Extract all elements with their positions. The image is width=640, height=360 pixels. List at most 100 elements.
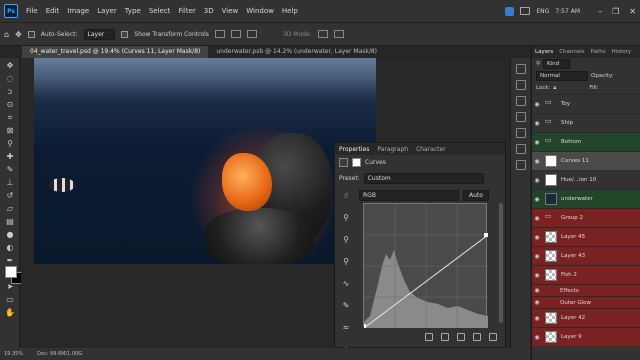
layer-row[interactable]: ◉ Layer 9	[532, 327, 640, 346]
menu-type[interactable]: Type	[121, 7, 145, 15]
color-panel-icon[interactable]	[516, 80, 526, 90]
view-previous-icon[interactable]	[441, 333, 449, 341]
visibility-eye-icon[interactable]: ◉	[532, 177, 542, 184]
menu-file[interactable]: File	[22, 7, 42, 15]
layer-row[interactable]: ◉ Fish 2	[532, 265, 640, 284]
visibility-eye-icon[interactable]: ◉	[532, 315, 542, 322]
menu-3d[interactable]: 3D	[200, 7, 218, 15]
layer-row[interactable]: ◉ ▭ Toy	[532, 94, 640, 113]
visibility-eye-icon[interactable]: ◉	[532, 234, 542, 241]
mask-icon[interactable]	[352, 158, 361, 167]
visibility-eye-icon[interactable]: ◉	[532, 299, 542, 306]
tab-character[interactable]: Character	[416, 146, 446, 153]
app-icon[interactable]	[505, 6, 515, 16]
tab-properties[interactable]: Properties	[339, 146, 369, 153]
layer-row[interactable]: ◉ Layer 42	[532, 308, 640, 327]
auto-select-dropdown[interactable]: Layer	[83, 28, 116, 40]
menu-filter[interactable]: Filter	[174, 7, 199, 15]
layer-row[interactable]: ◉ Hue/...ion 10	[532, 170, 640, 189]
align-center-icon[interactable]	[246, 30, 257, 38]
curve-points-icon[interactable]: ∿	[341, 279, 351, 289]
curve-point-white[interactable]	[484, 233, 488, 237]
stamp-icon[interactable]: ⊥	[3, 178, 17, 188]
channel-dropdown[interactable]: RGB	[359, 190, 459, 201]
properties-scrollbar[interactable]	[499, 203, 503, 323]
home-icon[interactable]: ⌂	[4, 30, 9, 39]
adjustments-panel-icon[interactable]	[516, 112, 526, 122]
curves-graph-svg[interactable]	[362, 204, 489, 329]
menu-layer[interactable]: Layer	[93, 7, 121, 15]
curves-adjust-icon[interactable]	[339, 158, 348, 167]
tab-history[interactable]: History	[612, 49, 632, 55]
smooth-icon[interactable]: ≈	[341, 323, 351, 333]
reset-icon[interactable]	[457, 333, 465, 341]
tab-paragraph[interactable]: Paragraph	[377, 146, 408, 153]
visibility-eye-icon[interactable]: ◉	[532, 120, 542, 127]
pen-icon[interactable]: ✒	[3, 256, 17, 266]
auto-button[interactable]: Auto	[463, 190, 489, 201]
distribute-icon[interactable]	[230, 30, 241, 38]
layer-row[interactable]: ◉ underwater	[532, 189, 640, 208]
zoom-level[interactable]: 19.35%	[4, 351, 23, 357]
curve-point-black[interactable]	[362, 324, 366, 328]
layer-row[interactable]: ◉ ▭ Bottom	[532, 132, 640, 151]
tab-paths[interactable]: Paths	[591, 49, 606, 55]
close-icon[interactable]: ✕	[629, 7, 636, 16]
healing-icon[interactable]: ✚	[3, 152, 17, 162]
swatches-panel-icon[interactable]	[516, 96, 526, 106]
visibility-icon[interactable]	[473, 333, 481, 341]
crop-icon[interactable]: ⌗	[3, 113, 17, 123]
gradient-icon[interactable]: ▤	[3, 217, 17, 227]
layer-row[interactable]: ◉ Layer 45	[532, 227, 640, 246]
tab-layers[interactable]: Layers	[535, 49, 553, 55]
visibility-eye-icon[interactable]: ◉	[532, 215, 542, 222]
shape-icon[interactable]: ▭	[3, 295, 17, 305]
pan-3d-icon[interactable]	[333, 30, 344, 38]
eraser-icon[interactable]: ▱	[3, 204, 17, 214]
align-icon[interactable]	[214, 30, 225, 38]
visibility-eye-icon[interactable]: ◉	[532, 196, 542, 203]
visibility-eye-icon[interactable]: ◉	[532, 101, 542, 108]
history-brush-icon[interactable]: ↺	[3, 191, 17, 201]
tab-water-travel[interactable]: 04_water_travel.psd @ 19.4% (Curves 11, …	[22, 46, 209, 58]
quick-select-icon[interactable]: ⊙	[3, 100, 17, 110]
tab-channels[interactable]: Channels	[559, 49, 584, 55]
layer-row[interactable]: ◉ ▭ Ship	[532, 113, 640, 132]
brush-icon[interactable]: ✎	[3, 165, 17, 175]
layer-row[interactable]: ◉ Curves 11	[532, 151, 640, 170]
properties-panel-icon[interactable]	[516, 128, 526, 138]
dodge-icon[interactable]: ◐	[3, 243, 17, 253]
move-tool-icon[interactable]: ✥	[15, 30, 22, 39]
menu-edit[interactable]: Edit	[42, 7, 64, 15]
layer-row[interactable]: ◉ ▭ Group 2	[532, 208, 640, 227]
visibility-eye-icon[interactable]: ◉	[532, 158, 542, 165]
transform-controls-checkbox[interactable]	[121, 30, 129, 38]
minimize-icon[interactable]: –	[598, 7, 602, 16]
lock-icon[interactable]: 🔒︎	[553, 85, 556, 92]
paragraph-panel-icon[interactable]	[516, 160, 526, 170]
layer-row[interactable]: ◉ Outer Glow	[532, 296, 640, 308]
blur-icon[interactable]: ●	[3, 230, 17, 240]
delete-icon[interactable]	[489, 333, 497, 341]
maximize-icon[interactable]: ❐	[612, 7, 619, 16]
visibility-eye-icon[interactable]: ◉	[532, 287, 542, 294]
menu-select[interactable]: Select	[145, 7, 175, 15]
character-panel-icon[interactable]	[516, 144, 526, 154]
visibility-eye-icon[interactable]: ◉	[532, 334, 542, 341]
menu-image[interactable]: Image	[63, 7, 93, 15]
history-panel-icon[interactable]	[516, 64, 526, 74]
auto-select-checkbox[interactable]	[27, 30, 35, 38]
visibility-eye-icon[interactable]: ◉	[532, 139, 542, 146]
pencil-curve-icon[interactable]: ✎	[341, 301, 351, 311]
language-indicator[interactable]: ENG	[536, 8, 549, 15]
move-icon[interactable]: ✥	[3, 61, 17, 71]
orbit-3d-icon[interactable]	[317, 30, 328, 38]
gray-point-eyedropper-icon[interactable]: ⚲	[341, 235, 351, 245]
tab-underwater[interactable]: underwater.psb @ 14.2% (underwater, Laye…	[208, 46, 385, 58]
clip-to-layer-icon[interactable]	[425, 333, 433, 341]
white-point-eyedropper-icon[interactable]: ⚲	[341, 257, 351, 267]
menu-view[interactable]: View	[218, 7, 243, 15]
hand-icon[interactable]: ✋	[3, 308, 17, 318]
target-adjust-icon[interactable]: ☝	[341, 191, 351, 201]
layer-row[interactable]: ◉ Layer 43	[532, 246, 640, 265]
